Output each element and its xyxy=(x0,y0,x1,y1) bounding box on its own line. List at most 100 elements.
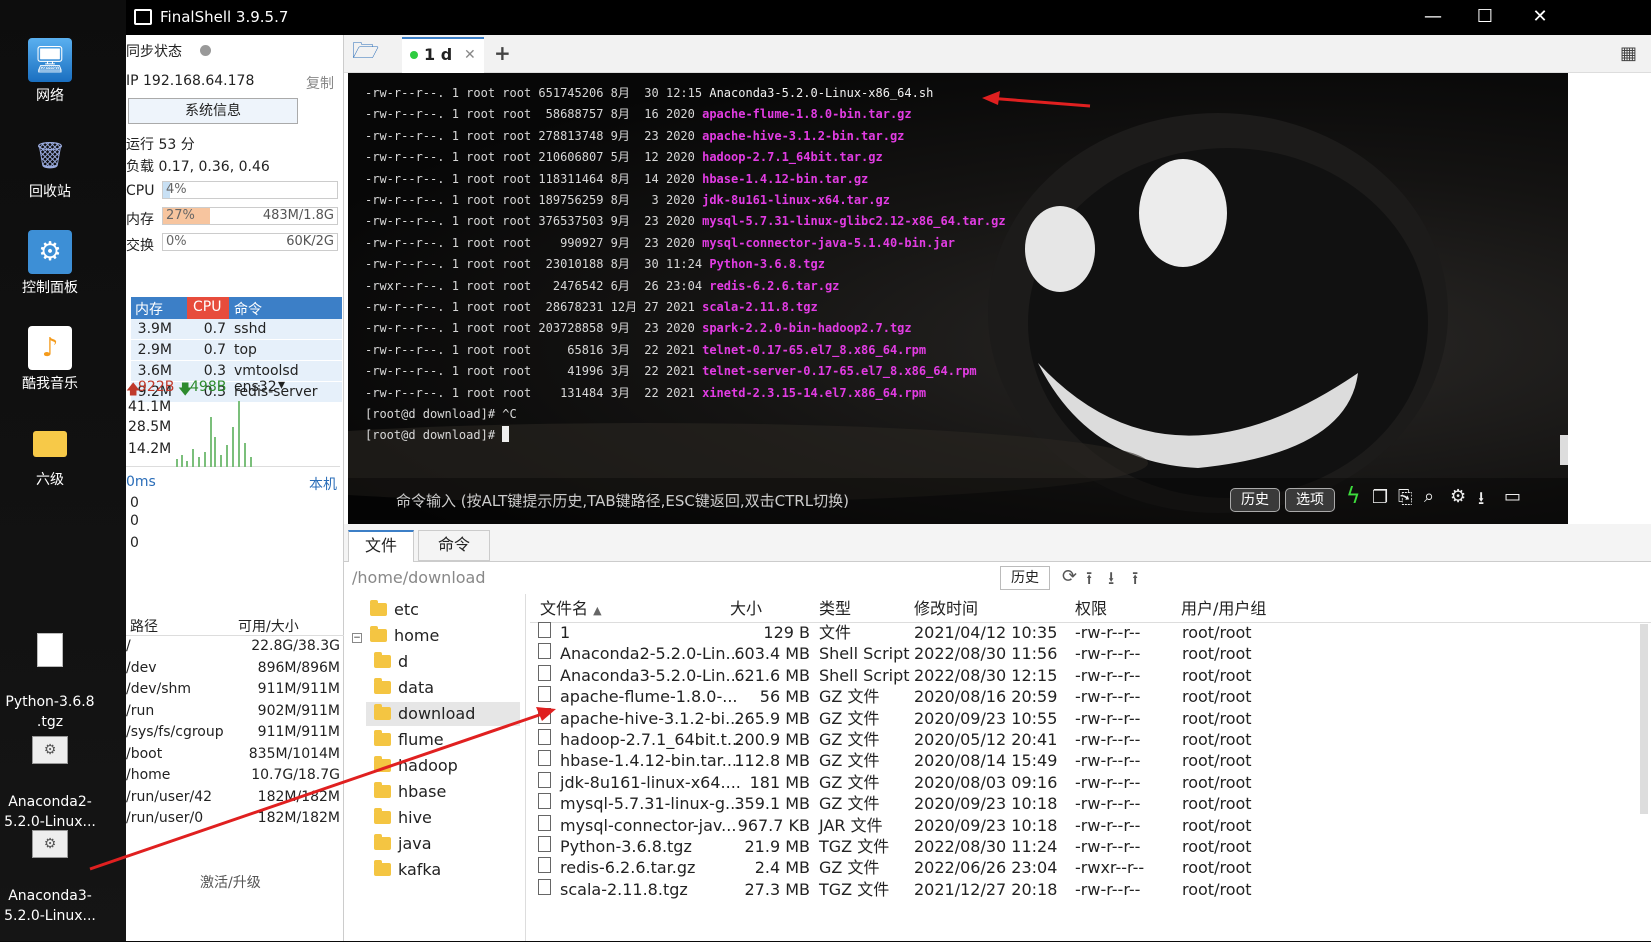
lightning-icon[interactable]: ϟ xyxy=(1346,484,1361,509)
col-header-name[interactable]: 文件名 ▲ xyxy=(540,597,602,621)
process-row[interactable]: 3.9M 0.7 sshd xyxy=(131,319,342,340)
col-header-size[interactable]: 大小 xyxy=(730,597,762,621)
file-row[interactable]: redis-6.2.6.tar.gz 2.4 MB GZ 文件 2022/06/… xyxy=(532,857,1292,879)
desktop-network[interactable]: 🖥 网络 xyxy=(0,38,100,106)
path-history-button[interactable]: 历史 xyxy=(1000,566,1050,590)
traffic-sparkline xyxy=(176,401,252,467)
tree-node-kafka[interactable]: kafka xyxy=(374,858,441,882)
tab-session-1[interactable]: 1 d ✕ xyxy=(402,37,484,73)
col-header-permissions[interactable]: 权限 xyxy=(1075,597,1107,621)
refresh-icon[interactable]: ⟳ xyxy=(1062,566,1077,587)
folder-icon xyxy=(370,600,387,616)
file-row[interactable]: jdk-8u161-linux-x64.... 181 MB GZ 文件 202… xyxy=(532,771,1292,794)
folder-icon xyxy=(370,626,387,642)
net-upload: 922B xyxy=(138,379,175,395)
tree-node-java[interactable]: java xyxy=(374,832,432,856)
paste-icon[interactable]: ⎘ xyxy=(1398,487,1412,508)
bottom-tab-bar: 文件 命令 xyxy=(344,524,1651,562)
folder-icon xyxy=(374,756,391,772)
folder-icon xyxy=(374,652,391,668)
go-up-icon[interactable]: ⭱ xyxy=(1086,566,1092,596)
tree-node-data[interactable]: data xyxy=(374,676,434,700)
close-button[interactable]: ✕ xyxy=(1516,4,1564,30)
upload-icon[interactable]: ⭱ xyxy=(1132,566,1138,596)
search-icon[interactable]: ⌕ xyxy=(1424,486,1434,507)
system-info-button[interactable]: 系统信息 xyxy=(128,98,298,124)
close-tab-icon[interactable]: ✕ xyxy=(464,39,476,71)
download-arrow-icon[interactable]: ⭳ xyxy=(1478,486,1484,516)
gear-icon[interactable]: ⚙ xyxy=(1450,486,1466,507)
server-status-panel: 同步状态 IP 192.168.64.178 复制 系统信息 运行 53 分 负… xyxy=(126,35,344,941)
folder-icon xyxy=(374,782,391,798)
disk-row[interactable]: /boot 835M/1014M xyxy=(126,744,344,766)
col-header-mtime[interactable]: 修改时间 xyxy=(914,597,978,621)
options-button[interactable]: 选项 xyxy=(1285,488,1335,512)
tree-node-d[interactable]: d xyxy=(374,650,408,674)
tree-node-home[interactable]: − home xyxy=(352,624,439,648)
tree-node-download[interactable]: download xyxy=(366,702,520,726)
file-row[interactable]: hadoop-2.7.1_64bit.t... 200.9 MB GZ 文件 2… xyxy=(532,729,1292,751)
recycle-bin-icon: 🗑 xyxy=(33,141,67,171)
tree-node-flume[interactable]: flume xyxy=(374,728,444,752)
chevron-down-icon[interactable]: ▾ xyxy=(278,377,285,393)
desktop-folder-cet6[interactable]: 六级 xyxy=(0,422,100,490)
disk-row[interactable]: /run/user/0 182M/182M xyxy=(126,808,344,830)
desktop-anaconda3[interactable]: ⚙ Anaconda3- 5.2.0-Linux... xyxy=(0,806,100,942)
disk-row[interactable]: /dev/shm 911M/911M xyxy=(126,679,344,701)
copy-icon[interactable]: ❐ xyxy=(1372,487,1388,508)
col-header-owner[interactable]: 用户/用户组 xyxy=(1181,597,1266,621)
file-row[interactable]: Python-3.6.8.tgz 21.9 MB TGZ 文件 2022/08/… xyxy=(532,836,1292,858)
ping-graph: 0 0 0 xyxy=(130,495,139,551)
terminal-cursor xyxy=(502,426,510,443)
file-row[interactable]: apache-flume-1.8.0-... 56 MB GZ 文件 2020/… xyxy=(532,686,1292,708)
disk-row[interactable]: /22.8G/38.3G xyxy=(126,636,344,658)
terminal-scrollbar[interactable] xyxy=(1560,435,1568,465)
cpu-usage-bar: 4% xyxy=(162,181,338,199)
terminal[interactable]: -rw-r--r--. 1 root root 651745206 8月 30 … xyxy=(348,73,1568,524)
process-row[interactable]: 2.9M 0.7 top xyxy=(131,340,342,361)
new-tab-button[interactable]: + xyxy=(494,41,511,65)
disk-row[interactable]: /run/user/42 182M/182M xyxy=(126,787,344,809)
command-input-bar[interactable]: 命令输入 (按ALT键提示历史,TAB键路径,ESC键返回,双击CTRL切换) … xyxy=(348,478,1568,524)
disk-row[interactable]: /sys/fs/cgroup 911M/911M xyxy=(126,722,344,744)
file-row[interactable]: mysql-connector-jav... 967.7 KB JAR 文件 2… xyxy=(532,814,1292,837)
desktop-control-panel[interactable]: ⚙ 控制面板 xyxy=(0,230,100,298)
file-row[interactable]: apache-hive-3.1.2-bi... 265.9 MB GZ 文件 2… xyxy=(532,707,1292,730)
download-icon[interactable]: ⭳ xyxy=(1108,566,1114,596)
memory-usage-bar: 27% 483M/1.8G xyxy=(162,207,338,225)
disk-row[interactable]: /home 10.7G/18.7G xyxy=(126,765,344,787)
file-row[interactable]: Anaconda3-5.2.0-Lin... 621.6 MB Shell Sc… xyxy=(532,664,1292,687)
tab-commands[interactable]: 命令 xyxy=(418,530,490,561)
copy-ip-button[interactable]: 复制 xyxy=(306,73,334,93)
tree-node-etc[interactable]: etc xyxy=(352,598,419,622)
file-row[interactable]: Anaconda2-5.2.0-Lin... 603.4 MB Shell Sc… xyxy=(532,643,1292,665)
collapse-icon[interactable]: − xyxy=(352,633,362,643)
file-row[interactable]: scala-2.11.8.tgz 27.3 MB TGZ 文件 2021/12/… xyxy=(532,878,1292,901)
fullscreen-icon[interactable]: ▭ xyxy=(1504,486,1521,507)
tree-node-hive[interactable]: hive xyxy=(374,806,432,830)
disk-row[interactable]: /dev 896M/896M xyxy=(126,658,344,680)
app-icon xyxy=(134,9,152,25)
file-list-scrollbar[interactable] xyxy=(1640,624,1648,814)
desktop-recycle-bin[interactable]: 🗑 回收站 xyxy=(0,134,100,202)
sync-status-dot xyxy=(200,45,211,56)
terminal-line: -rw-r--r--. 1 root root 210606807 5月 12 … xyxy=(365,150,883,165)
file-row[interactable]: 1 129 B 文件 2021/04/12 10:35 -rw-r--r-- r… xyxy=(532,622,1292,644)
tree-node-hbase[interactable]: hbase xyxy=(374,780,446,804)
current-path-input[interactable]: /home/download xyxy=(352,568,486,587)
command-input-hint[interactable]: 命令输入 (按ALT键提示历史,TAB键路径,ESC键返回,双击CTRL切换) xyxy=(396,490,849,511)
tree-node-hadoop[interactable]: hadoop xyxy=(374,754,458,778)
desktop-music-app[interactable]: ♪ 酷我音乐 xyxy=(0,326,100,394)
net-interface-select[interactable]: ens32 xyxy=(234,379,277,395)
disk-row[interactable]: /run 902M/911M xyxy=(126,701,344,723)
file-row[interactable]: mysql-5.7.31-linux-g... 359.1 MB GZ 文件 2… xyxy=(532,793,1292,815)
activate-upgrade-link[interactable]: 激活/升级 xyxy=(200,872,261,892)
maximize-button[interactable]: ☐ xyxy=(1461,4,1509,30)
tab-files[interactable]: 文件 xyxy=(348,530,414,562)
file-row[interactable]: hbase-1.4.12-bin.tar.... 112.8 MB GZ 文件 … xyxy=(532,750,1292,772)
history-button[interactable]: 历史 xyxy=(1230,488,1280,512)
layout-grid-icon[interactable]: ▦ xyxy=(1620,43,1637,64)
col-header-type[interactable]: 类型 xyxy=(819,597,851,621)
minimize-button[interactable]: — xyxy=(1409,4,1457,30)
folder-open-icon[interactable]: 🗁 xyxy=(352,41,382,65)
